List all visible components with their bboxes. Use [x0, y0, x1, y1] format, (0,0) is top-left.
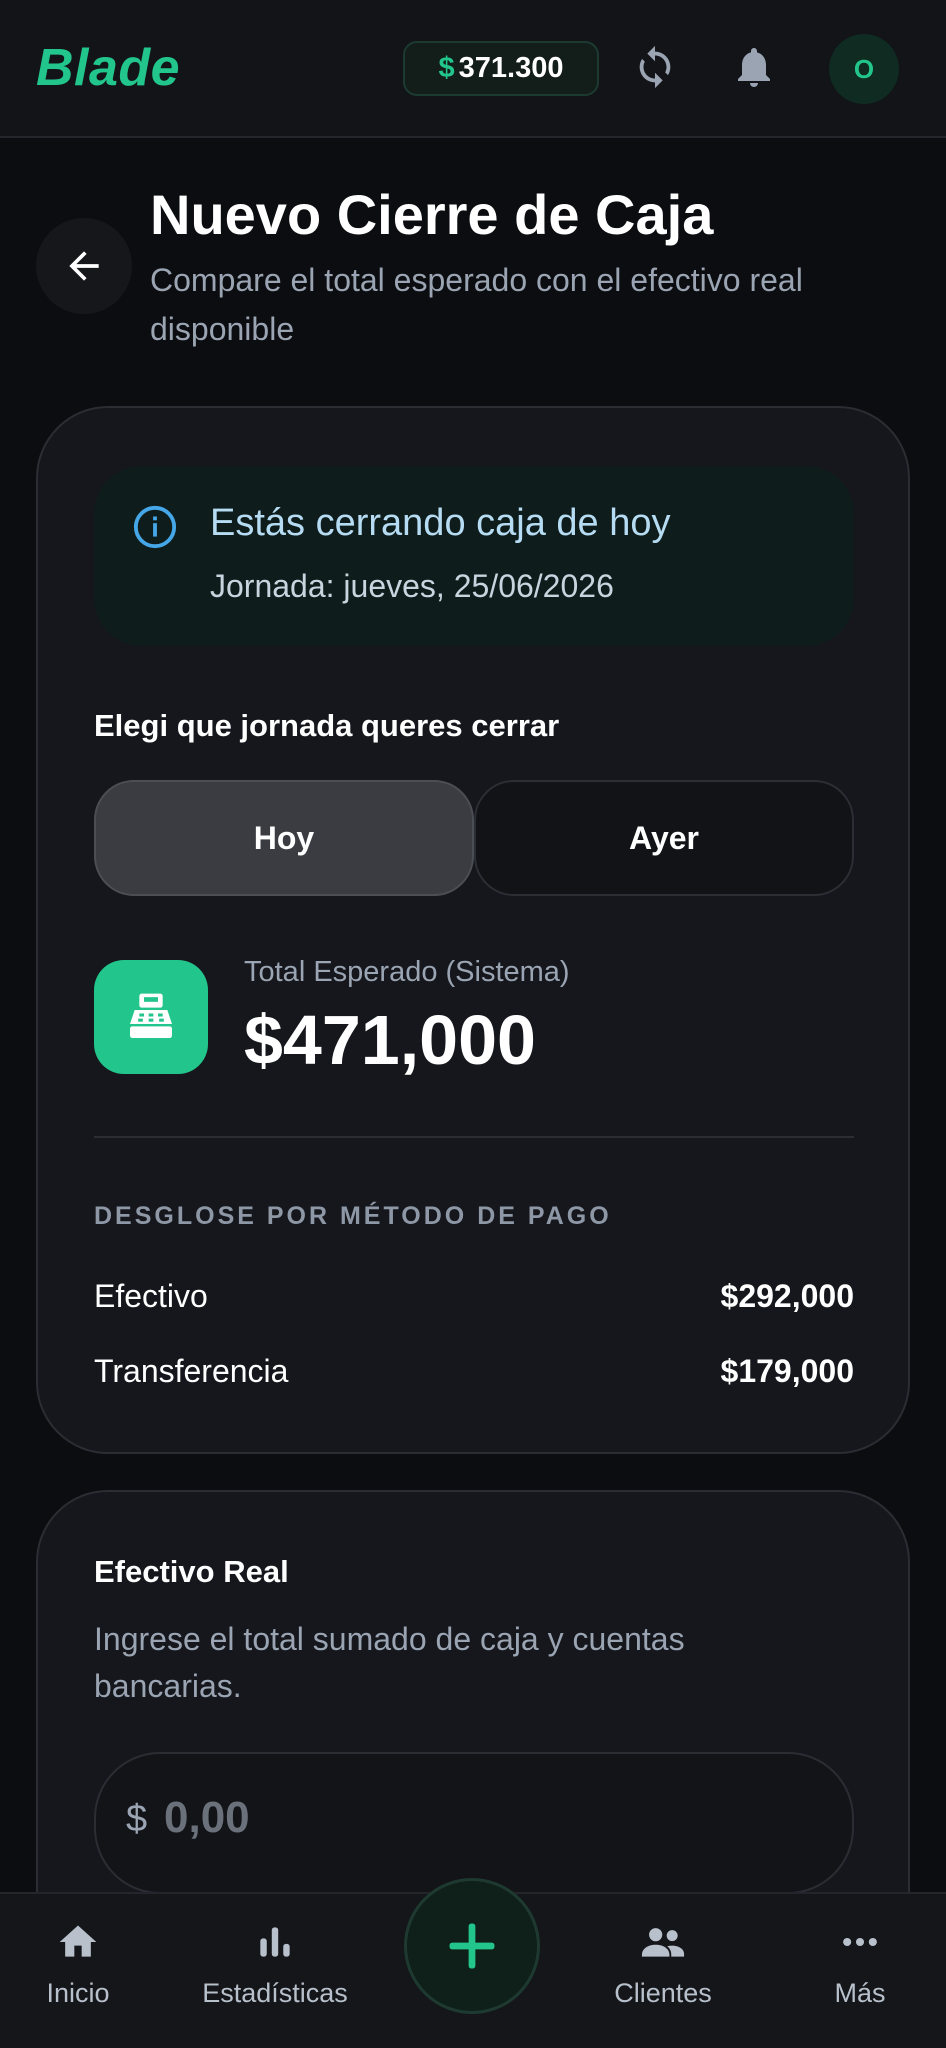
nav-label: Más	[834, 1978, 886, 2008]
expected-total-label: Total Esperado (Sistema)	[244, 956, 570, 988]
info-banner: Estás cerrando caja de hoy Jornada: juev…	[94, 466, 854, 646]
currency-symbol: $	[126, 1798, 148, 1840]
nav-item-clientes[interactable]: Clientes	[598, 1894, 728, 2048]
arrow-left-icon	[69, 251, 99, 281]
balance-badge[interactable]: $ 371.300	[403, 41, 599, 96]
expected-total-value: $471,000	[244, 1001, 536, 1079]
info-subtitle: Jornada: jueves, 25/06/2026	[210, 568, 614, 604]
breakdown-value: $292,000	[720, 1278, 854, 1314]
back-button[interactable]	[36, 218, 132, 314]
breakdown-label: Transferencia	[94, 1353, 289, 1389]
nav-item-estadisticas[interactable]: Estadísticas	[190, 1894, 360, 2048]
nav-label: Inicio	[46, 1978, 110, 2008]
day-option-today[interactable]: Hoy	[94, 780, 474, 896]
real-cash-input-wrapper[interactable]: $	[94, 1752, 854, 1894]
real-cash-input[interactable]	[164, 1788, 764, 1848]
breakdown-row-transferencia: Transferencia $179,000	[94, 1353, 854, 1393]
breakdown-row-efectivo: Efectivo $292,000	[94, 1278, 854, 1318]
plus-icon	[449, 1923, 495, 1969]
real-cash-title: Efectivo Real	[94, 1554, 289, 1589]
info-title: Estás cerrando caja de hoy	[210, 502, 671, 544]
home-icon	[59, 1925, 97, 1957]
breakdown-title: DESGLOSE POR MÉTODO DE PAGO	[94, 1202, 612, 1230]
add-button[interactable]	[404, 1878, 540, 2014]
info-icon	[133, 505, 177, 549]
people-icon	[641, 1928, 685, 1957]
balance-amount: 371.300	[458, 52, 564, 84]
expected-total-card: Estás cerrando caja de hoy Jornada: juev…	[36, 406, 910, 1454]
nav-item-inicio[interactable]: Inicio	[26, 1894, 130, 2048]
page-subtitle: Compare el total esperado con el efectiv…	[150, 262, 803, 347]
day-option-yesterday[interactable]: Ayer	[474, 780, 854, 896]
top-bar: Blade $ 371.300 O	[0, 0, 946, 138]
bar-chart-icon	[260, 1927, 290, 1957]
real-cash-description: Ingrese el total sumado de caja y cuenta…	[94, 1621, 685, 1704]
divider	[94, 1136, 854, 1138]
bell-icon[interactable]	[730, 42, 778, 92]
sync-icon[interactable]	[632, 44, 678, 90]
day-picker-label: Elegi que jornada queres cerrar	[94, 708, 560, 743]
nav-label: Clientes	[614, 1978, 712, 2008]
more-icon	[843, 1937, 877, 1947]
nav-label: Estadísticas	[202, 1978, 348, 2008]
app-logo[interactable]: Blade	[36, 38, 180, 98]
avatar[interactable]: O	[829, 34, 899, 104]
page-title: Nuevo Cierre de Caja	[150, 183, 714, 246]
breakdown-label: Efectivo	[94, 1278, 208, 1314]
breakdown-value: $179,000	[720, 1353, 854, 1389]
nav-item-mas[interactable]: Más	[808, 1894, 912, 2048]
balance-currency: $	[438, 52, 455, 84]
cash-register-icon	[94, 960, 208, 1074]
